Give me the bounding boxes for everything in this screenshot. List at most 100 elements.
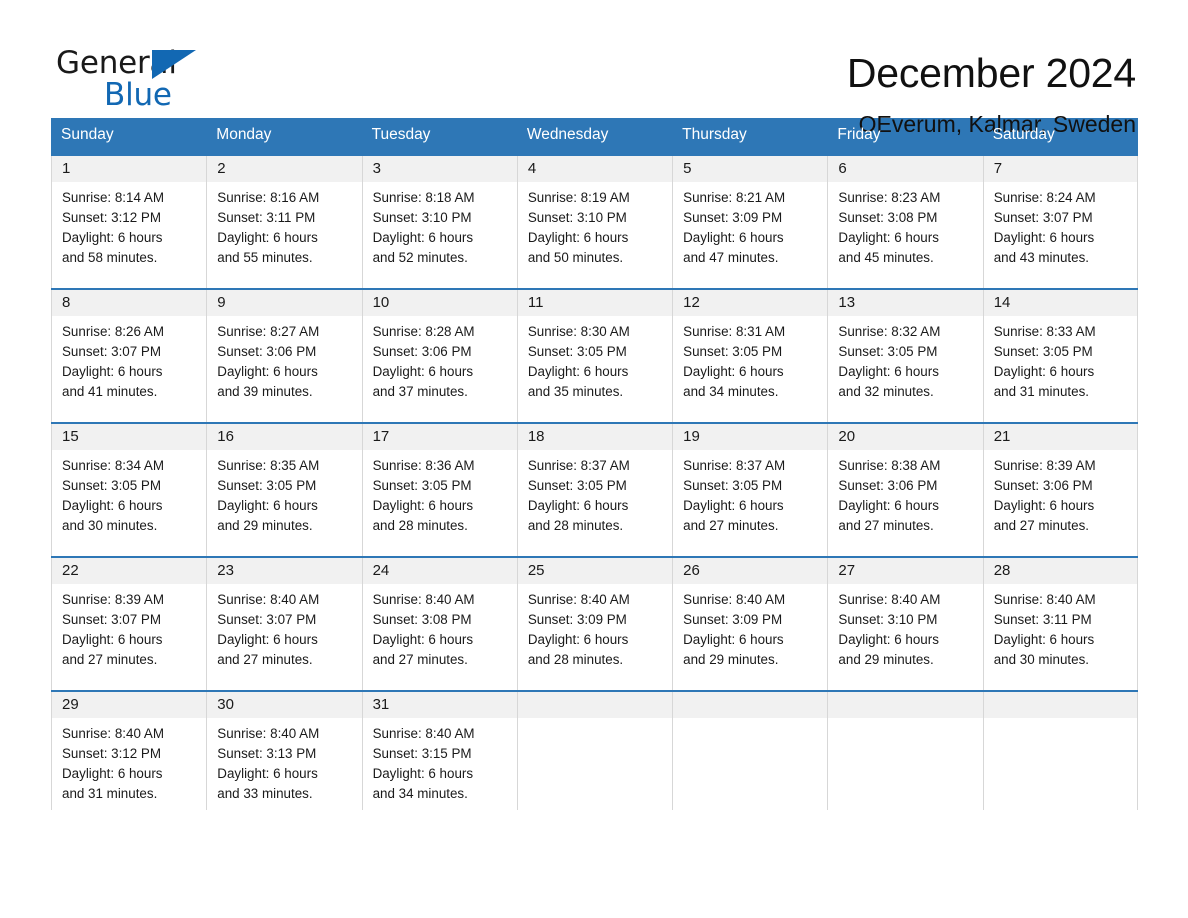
day-sunset-text: Sunset: 3:05 PM xyxy=(527,477,627,493)
day-cell-14[interactable]: 14 Sunrise: 8:33 AM Sunset: 3:05 PM Dayligh… xyxy=(982,289,1138,422)
day-sunset-text: Sunset: 3:15 PM xyxy=(372,745,472,761)
day-daylight1-text: Daylight: 6 hours xyxy=(217,497,318,513)
day-cell-2[interactable]: 2 Sunrise: 8:16 AM Sunset: 3:11 PM Daylight… xyxy=(206,155,362,288)
day-cell-17[interactable]: 17 Sunrise: 8:36 AM Sunset: 3:05 PM Dayligh… xyxy=(361,423,517,556)
day-daylight1-text: Daylight: 6 hours xyxy=(372,631,474,647)
day-cell-28[interactable]: 28 Sunrise: 8:40 AM Sunset: 3:11 PM Dayligh… xyxy=(982,557,1138,690)
day-sunset-text: Sunset: 3:12 PM xyxy=(62,745,161,761)
day-number: 16 xyxy=(207,423,362,450)
week-row: 22 Sunrise: 8:39 AM Sunset: 3:07 PM Dayligh… xyxy=(51,555,1138,690)
day-cell-10[interactable]: 10 Sunrise: 8:28 AM Sunset: 3:06 PM Dayligh… xyxy=(361,289,517,422)
weekday-header-row: Sunday Monday Tuesday Wednesday Thursday Frid… xyxy=(51,118,1138,154)
day-cell-3[interactable]: 3 Sunrise: 8:18 AM Sunset: 3:10 PM Daylight… xyxy=(361,155,517,288)
day-number: 10 xyxy=(362,289,517,316)
day-daylight1-text: Daylight: 6 hours xyxy=(217,631,318,647)
day-cell-26[interactable]: 26 Sunrise: 8:40 AM Sunset: 3:09 PM Dayligh… xyxy=(672,557,828,690)
day-cell-empty xyxy=(827,691,983,810)
day-daylight1-text: Daylight: 6 hours xyxy=(62,765,163,781)
day-sunrise-text: Sunrise: 8:18 AM xyxy=(372,189,475,205)
day-daylight1-text: Daylight: 6 hours xyxy=(217,363,318,379)
day-cell-22[interactable]: 22 Sunrise: 8:39 AM Sunset: 3:07 PM Dayligh… xyxy=(51,557,207,690)
day-cell-20[interactable]: 20 Sunrise: 8:38 AM Sunset: 3:06 PM Dayligh… xyxy=(827,423,983,556)
day-sunrise-text: Sunrise: 8:28 AM xyxy=(372,323,475,339)
day-details: Sunrise: 8:32 AM Sunset: 3:05 PM Daylight:… xyxy=(828,316,982,402)
day-cell-25[interactable]: 25 Sunrise: 8:40 AM Sunset: 3:09 PM Dayligh… xyxy=(516,557,673,690)
day-sunrise-text: Sunrise: 8:40 AM xyxy=(62,725,164,741)
day-cell-27[interactable]: 27 Sunrise: 8:40 AM Sunset: 3:10 PM Dayligh… xyxy=(827,557,983,690)
day-cell-7[interactable]: 7 Sunrise: 8:24 AM Sunset: 3:07 PM Daylight… xyxy=(982,155,1138,288)
day-sunset-text: Sunset: 3:05 PM xyxy=(372,477,472,493)
day-cell-15[interactable]: 15 Sunrise: 8:34 AM Sunset: 3:05 PM Dayligh… xyxy=(51,423,207,556)
day-cell-8[interactable]: 8 Sunrise: 8:26 AM Sunset: 3:07 PM Daylight… xyxy=(51,289,207,422)
day-sunrise-text: Sunrise: 8:40 AM xyxy=(372,725,475,741)
day-cell-9[interactable]: 9 Sunrise: 8:27 AM Sunset: 3:06 PM Daylight… xyxy=(206,289,362,422)
day-number xyxy=(983,691,1137,718)
day-daylight2-text: and 34 minutes. xyxy=(372,785,468,801)
day-details: Sunrise: 8:40 AM Sunset: 3:09 PM Daylight:… xyxy=(673,584,827,670)
day-cell-24[interactable]: 24 Sunrise: 8:40 AM Sunset: 3:08 PM Dayligh… xyxy=(361,557,517,690)
day-daylight1-text: Daylight: 6 hours xyxy=(62,631,163,647)
day-cell-4[interactable]: 4 Sunrise: 8:19 AM Sunset: 3:10 PM Daylight… xyxy=(516,155,673,288)
day-sunset-text: Sunset: 3:07 PM xyxy=(217,611,317,627)
day-cell-23[interactable]: 23 Sunrise: 8:40 AM Sunset: 3:07 PM Dayligh… xyxy=(206,557,362,690)
day-sunrise-text: Sunrise: 8:40 AM xyxy=(527,591,630,607)
day-sunset-text: Sunset: 3:08 PM xyxy=(372,611,472,627)
day-sunrise-text: Sunrise: 8:39 AM xyxy=(993,457,1096,473)
day-number: 2 xyxy=(207,155,362,182)
day-details: Sunrise: 8:27 AM Sunset: 3:06 PM Daylight:… xyxy=(207,316,361,402)
day-cell-18[interactable]: 18 Sunrise: 8:37 AM Sunset: 3:05 PM Dayligh… xyxy=(516,423,673,556)
weekday-header-saturday: Saturday xyxy=(992,126,1055,143)
day-cell-5[interactable]: 5 Sunrise: 8:21 AM Sunset: 3:09 PM Daylight… xyxy=(672,155,828,288)
day-cell-29[interactable]: 29 Sunrise: 8:40 AM Sunset: 3:12 PM Dayligh… xyxy=(51,691,207,810)
day-daylight1-text: Daylight: 6 hours xyxy=(993,631,1095,647)
day-daylight1-text: Daylight: 6 hours xyxy=(527,631,629,647)
day-daylight2-text: and 55 minutes. xyxy=(217,249,313,265)
day-number: 18 xyxy=(517,423,673,450)
day-details: Sunrise: 8:31 AM Sunset: 3:05 PM Daylight:… xyxy=(673,316,827,402)
day-details: Sunrise: 8:40 AM Sunset: 3:13 PM Daylight:… xyxy=(207,718,361,804)
day-daylight2-text: and 27 minutes. xyxy=(372,651,468,667)
day-sunset-text: Sunset: 3:11 PM xyxy=(217,209,316,225)
day-daylight2-text: and 43 minutes. xyxy=(993,249,1089,265)
day-cell-30[interactable]: 30 Sunrise: 8:40 AM Sunset: 3:13 PM Dayligh… xyxy=(206,691,362,810)
week-row: 29 Sunrise: 8:40 AM Sunset: 3:12 PM Dayligh… xyxy=(51,689,1138,810)
day-sunset-text: Sunset: 3:06 PM xyxy=(217,343,317,359)
day-daylight2-text: and 50 minutes. xyxy=(527,249,624,265)
day-number: 12 xyxy=(673,289,828,316)
calendar-page: General Blue December 2024 OEverum, Kalm… xyxy=(0,0,1188,918)
day-details: Sunrise: 8:35 AM Sunset: 3:05 PM Daylight:… xyxy=(207,450,361,536)
day-cell-31[interactable]: 31 Sunrise: 8:40 AM Sunset: 3:15 PM Dayligh… xyxy=(361,691,517,810)
day-number: 13 xyxy=(828,289,983,316)
day-daylight1-text: Daylight: 6 hours xyxy=(217,229,318,245)
day-daylight1-text: Daylight: 6 hours xyxy=(838,229,939,245)
day-daylight2-text: and 47 minutes. xyxy=(683,249,779,265)
day-daylight1-text: Daylight: 6 hours xyxy=(993,497,1095,513)
day-cell-1[interactable]: 1 Sunrise: 8:14 AM Sunset: 3:12 PM Daylight… xyxy=(51,155,207,288)
day-cell-19[interactable]: 19 Sunrise: 8:37 AM Sunset: 3:05 PM Dayligh… xyxy=(672,423,828,556)
day-sunrise-text: Sunrise: 8:40 AM xyxy=(993,591,1096,607)
day-daylight1-text: Daylight: 6 hours xyxy=(838,363,939,379)
weekday-header-monday: Monday xyxy=(216,126,272,143)
day-daylight2-text: and 27 minutes. xyxy=(993,517,1089,533)
day-sunrise-text: Sunrise: 8:39 AM xyxy=(62,591,164,607)
day-cell-21[interactable]: 21 Sunrise: 8:39 AM Sunset: 3:06 PM Dayligh… xyxy=(982,423,1138,556)
day-daylight1-text: Daylight: 6 hours xyxy=(683,363,784,379)
day-cell-6[interactable]: 6 Sunrise: 8:23 AM Sunset: 3:08 PM Daylight… xyxy=(827,155,983,288)
day-sunrise-text: Sunrise: 8:31 AM xyxy=(683,323,786,339)
day-sunset-text: Sunset: 3:09 PM xyxy=(683,611,783,627)
day-daylight2-text: and 30 minutes. xyxy=(62,517,158,533)
week-row: 1 Sunrise: 8:14 AM Sunset: 3:12 PM Daylight… xyxy=(51,153,1138,288)
day-number: 19 xyxy=(673,423,828,450)
day-daylight1-text: Daylight: 6 hours xyxy=(683,497,784,513)
day-cell-16[interactable]: 16 Sunrise: 8:35 AM Sunset: 3:05 PM Dayligh… xyxy=(206,423,362,556)
day-cell-11[interactable]: 11 Sunrise: 8:30 AM Sunset: 3:05 PM Dayligh… xyxy=(516,289,673,422)
day-daylight1-text: Daylight: 6 hours xyxy=(683,229,784,245)
generalblue-logo[interactable]: General Blue xyxy=(56,48,206,116)
day-sunset-text: Sunset: 3:07 PM xyxy=(62,343,161,359)
day-daylight1-text: Daylight: 6 hours xyxy=(838,631,939,647)
day-sunrise-text: Sunrise: 8:14 AM xyxy=(62,189,164,205)
day-cell-13[interactable]: 13 Sunrise: 8:32 AM Sunset: 3:05 PM Dayligh… xyxy=(827,289,983,422)
day-daylight2-text: and 31 minutes. xyxy=(993,383,1089,399)
day-cell-12[interactable]: 12 Sunrise: 8:31 AM Sunset: 3:05 PM Dayligh… xyxy=(672,289,828,422)
day-details: Sunrise: 8:39 AM Sunset: 3:07 PM Daylight:… xyxy=(52,584,206,670)
